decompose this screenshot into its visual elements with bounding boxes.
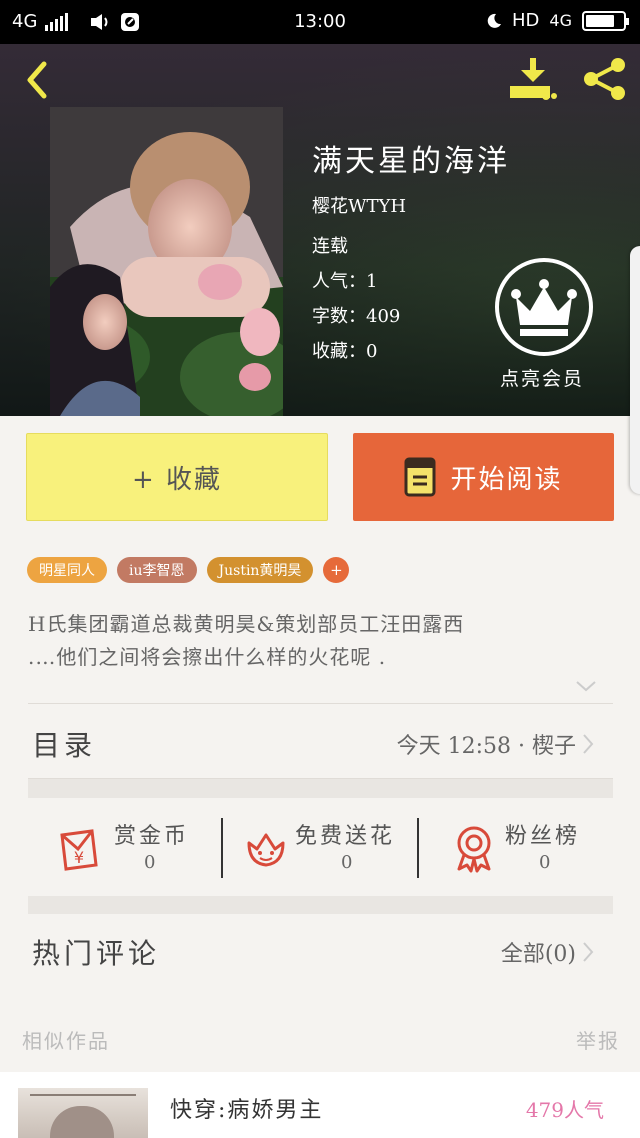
book-word-count: 字数：409: [312, 302, 400, 328]
similar-work-cover: [18, 1088, 148, 1138]
flower-icon: [247, 833, 285, 867]
stat-reward-coins[interactable]: ¥ 赏金币 0: [28, 800, 223, 898]
back-icon[interactable]: [18, 58, 54, 102]
stat-value: 0: [341, 852, 353, 873]
all-comments-link[interactable]: 全部(0): [501, 936, 576, 968]
chevron-right-icon: [583, 942, 594, 962]
favorites-value: 0: [366, 341, 378, 362]
stat-free-flowers[interactable]: 免费送花 0: [223, 800, 418, 898]
start-reading-button[interactable]: 开始阅读: [353, 433, 614, 521]
book-cover-image[interactable]: [50, 107, 283, 416]
book-popularity: 人气：1: [312, 267, 377, 293]
catalog-latest-chapter: 今天 12:58 · 楔子: [396, 734, 576, 759]
words-label: 字数：: [312, 306, 366, 327]
description-line: H氏集团霸道总裁黄明昊&策划部员工汪田露西: [28, 612, 465, 636]
network-type-label-right: 4G: [549, 11, 572, 30]
book-icon: [404, 457, 436, 497]
stat-value: 0: [144, 852, 156, 873]
battery-icon: [582, 10, 629, 31]
stat-label: 免费送花: [295, 824, 396, 849]
stat-label: 赏金币: [114, 824, 190, 849]
favorite-label: + 收藏: [131, 464, 223, 495]
battery-level: [586, 14, 614, 27]
similar-work-popularity: 479人气: [525, 1098, 604, 1122]
similar-work-item[interactable]: 快穿:病娇男主 479人气: [0, 1072, 640, 1138]
read-label: 开始阅读: [450, 464, 563, 495]
description-line: .…他们之间将会擦出什么样的火花呢 .: [28, 645, 387, 669]
section-band: [28, 779, 613, 798]
stat-label: 粉丝榜: [505, 824, 581, 849]
tag-item[interactable]: Justin黄明昊: [206, 557, 314, 583]
stat-value: 0: [539, 852, 551, 873]
book-description: H氏集团霸道总裁黄明昊&策划部员工汪田露西 .…他们之间将会擦出什么样的火花呢 …: [28, 608, 588, 674]
status-bar: 4G 13:00 HD 4G: [0, 0, 640, 44]
hd-label: HD: [512, 10, 540, 31]
book-author[interactable]: 樱花WTYH: [312, 192, 406, 218]
reward-coin-icon: ¥: [60, 829, 98, 871]
popularity-label: 人气：: [312, 271, 366, 292]
tag-list: 明星同人 iu李智恩 Justin黄明昊 +: [27, 557, 350, 583]
hot-comments-row[interactable]: 热门评论 全部(0): [32, 932, 598, 972]
tag-item[interactable]: 明星同人: [27, 557, 107, 583]
report-link[interactable]: 举报: [576, 1025, 620, 1054]
add-tag-button[interactable]: +: [323, 557, 350, 583]
popularity-value: 1: [366, 271, 378, 292]
chevron-right-icon: [583, 734, 594, 754]
favorites-label: 收藏：: [312, 341, 366, 362]
similar-work-title: 快穿:病娇男主: [170, 1098, 324, 1123]
section-band: [28, 896, 613, 914]
vip-label[interactable]: 点亮会员: [500, 364, 584, 391]
share-icon[interactable]: [580, 56, 630, 102]
crown-icon[interactable]: [494, 257, 594, 357]
download-icon[interactable]: [508, 56, 558, 102]
book-favorites: 收藏：0: [312, 337, 377, 363]
book-status: 连载: [312, 236, 348, 257]
words-value: 409: [366, 306, 401, 327]
add-to-favorites-button[interactable]: + 收藏: [26, 433, 328, 521]
medal-icon: [457, 826, 491, 873]
book-header: 满天星的海洋 樱花WTYH 连载 人气：1 字数：409 收藏：0 点亮会员: [0, 44, 640, 416]
tag-item[interactable]: iu李智恩: [117, 557, 197, 583]
stats-bar: ¥ 赏金币 0 免费送花 0 粉丝榜 0: [28, 800, 613, 898]
similar-works-title: 相似作品: [22, 1029, 110, 1053]
catalog-row[interactable]: 目录 今天 12:58 · 楔子: [32, 724, 598, 764]
night-mode-icon: [487, 13, 502, 28]
stat-fan-ranking[interactable]: 粉丝榜 0: [419, 800, 613, 898]
side-edge-handle[interactable]: [630, 246, 640, 494]
book-title: 满天星的海洋: [312, 144, 510, 179]
expand-chevron-icon[interactable]: [574, 678, 598, 694]
divider: [28, 703, 613, 704]
svg-text:¥: ¥: [74, 848, 84, 867]
